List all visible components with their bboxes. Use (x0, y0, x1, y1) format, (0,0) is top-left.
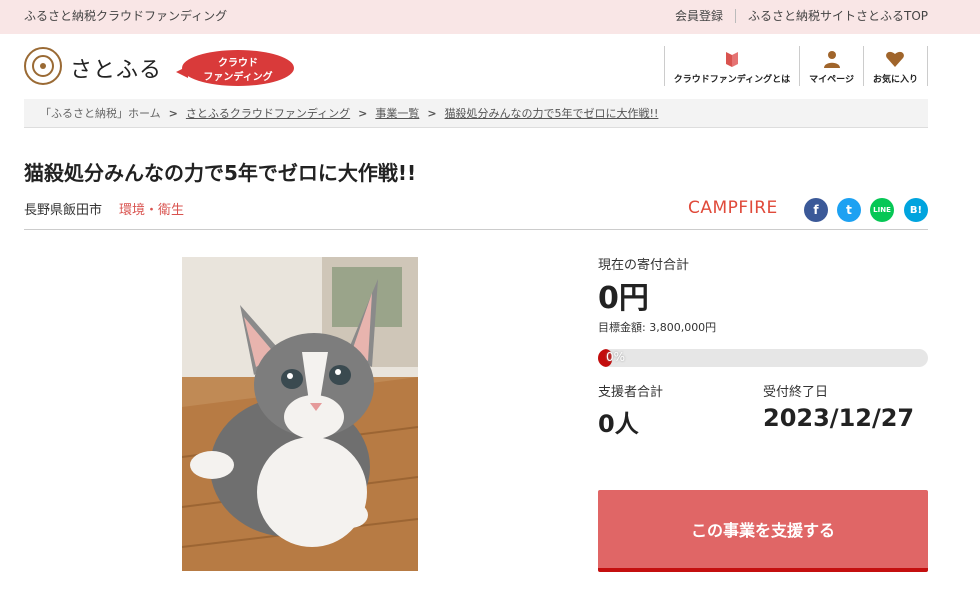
nav-label: クラウドファンディングとは (673, 75, 791, 85)
logo-text[interactable]: さとふる (70, 52, 162, 84)
project-photo (182, 257, 418, 571)
project-category[interactable]: 環境・衛生 (119, 199, 184, 218)
breadcrumb-project-list[interactable]: 事業一覧 (375, 105, 419, 121)
project-location: 長野県飯田市 (24, 203, 103, 218)
nav-favorites[interactable]: お気に入り (862, 46, 928, 86)
deadline-value: 2023/12/27 (763, 404, 915, 432)
facebook-share-icon[interactable]: f (804, 198, 828, 222)
site-top-link[interactable]: ふるさと納税サイトさとふるTOP (748, 7, 928, 24)
nav-mypage[interactable]: マイページ (799, 46, 863, 86)
badge-line-2: ファンディング (203, 72, 273, 83)
nav-label: マイページ (809, 75, 854, 85)
user-icon (823, 51, 840, 68)
breadcrumb-arrow-icon: > (358, 106, 368, 120)
header-nav: クラウドファンディングとは マイページ お気に入り (663, 46, 928, 86)
satofull-logo-icon[interactable] (24, 47, 62, 85)
nav-label: お気に入り (872, 75, 918, 85)
top-links: 会員登録 ふるさと納税サイトさとふるTOP (675, 7, 928, 24)
breadcrumb-arrow-icon: > (427, 106, 437, 120)
heart-icon (886, 51, 905, 67)
link-divider (734, 8, 736, 23)
goal-amount: 目標金額: 3,800,000円 (598, 321, 717, 334)
nav-about-crowdfunding[interactable]: クラウドファンディングとは (663, 46, 799, 86)
site-tagline: ふるさと納税クラウドファンディング (24, 9, 228, 23)
breadcrumb: 「ふるさと納税」ホーム > さとふるクラウドファンディング > 事業一覧 > 猫… (24, 99, 928, 128)
progress-bar: 0% (598, 349, 928, 367)
breadcrumb-current[interactable]: 猫殺処分みんなの力で5年でゼロに大作戦!! (445, 105, 659, 121)
support-project-button[interactable]: この事業を支援する (598, 490, 928, 572)
current-total-label: 現在の寄付合計 (598, 258, 690, 273)
deadline-label: 受付終了日 (763, 385, 829, 400)
breadcrumb-crowdfunding[interactable]: さとふるクラウドファンディング (186, 105, 350, 121)
site-header: さとふる クラウド ファンディング クラウドファンディングとは マイページ お気… (0, 34, 980, 98)
hatena-bookmark-icon[interactable]: B! (904, 198, 928, 222)
supporters-label: 支援者合計 (598, 385, 664, 400)
breadcrumb-arrow-icon: > (168, 106, 178, 120)
campfire-logo[interactable]: CAMPFIRE (688, 198, 778, 218)
page-title: 猫殺処分みんなの力で5年でゼロに大作戦!! (24, 161, 417, 185)
register-link[interactable]: 会員登録 (675, 7, 723, 24)
breadcrumb-home[interactable]: 「ふるさと納税」ホーム (40, 105, 161, 121)
twitter-share-icon[interactable]: t (837, 198, 861, 222)
badge-line-1: クラウド (218, 58, 258, 69)
crowdfunding-badge[interactable]: クラウド ファンディング (176, 50, 294, 86)
line-share-icon[interactable]: LINE (870, 198, 894, 222)
supporters-value: 0人 (598, 410, 639, 438)
current-total-value: 0円 (598, 281, 649, 316)
title-divider (24, 229, 928, 230)
top-bar: ふるさと納税クラウドファンディング 会員登録 ふるさと納税サイトさとふるTOP (0, 0, 980, 34)
book-icon (725, 52, 738, 67)
progress-label: 0% (606, 350, 626, 364)
